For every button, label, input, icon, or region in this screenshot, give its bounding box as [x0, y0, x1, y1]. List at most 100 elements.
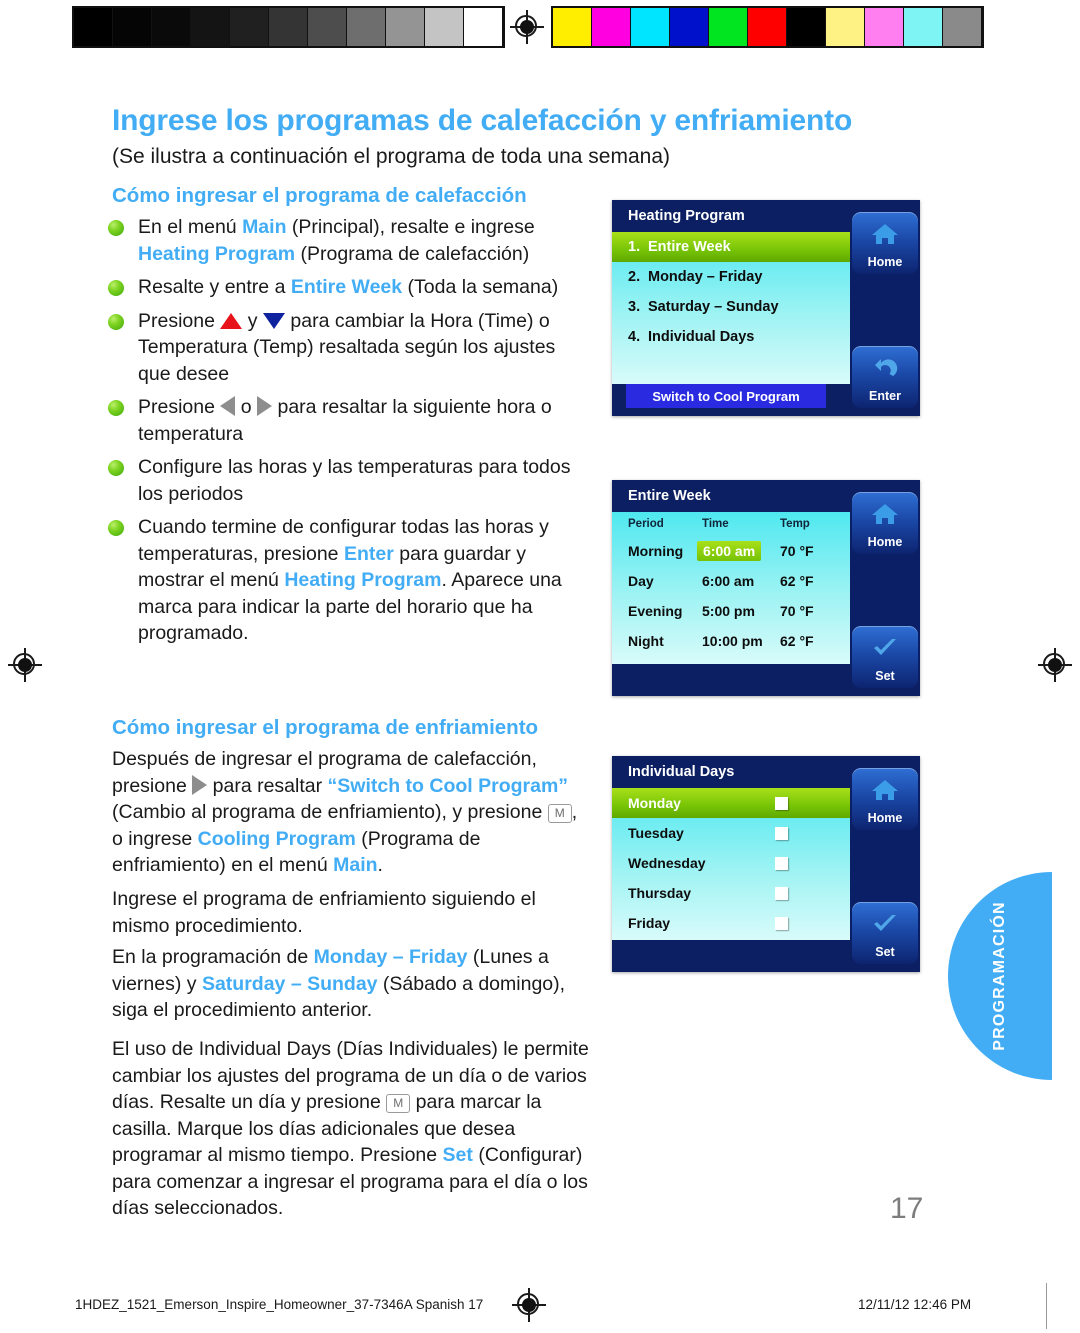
enter-button[interactable]: Enter — [852, 346, 918, 408]
day-label: Friday — [628, 915, 671, 931]
home-button[interactable]: Home — [852, 212, 918, 274]
enter-button-label: Enter — [869, 389, 901, 403]
day-checkbox[interactable] — [775, 796, 788, 810]
set-button[interactable]: Set — [852, 902, 918, 964]
day-checkbox-list: Monday Tuesday Wednesday Thursday Friday — [612, 788, 850, 940]
footer-filename: 1HDEZ_1521_Emerson_Inspire_Homeowner_37-… — [75, 1297, 484, 1312]
cell-period: Evening — [628, 603, 683, 619]
switch-to-cool-program-button[interactable]: Switch to Cool Program — [626, 384, 826, 408]
bullet-item: En el menú Main (Principal), resalte e i… — [108, 214, 590, 267]
emphasis-term: Heating Program — [138, 242, 296, 265]
checkmark-icon — [870, 902, 900, 945]
home-button[interactable]: Home — [852, 492, 918, 554]
menu-item[interactable]: 1. Entire Week — [612, 232, 850, 262]
color-patch — [748, 8, 787, 46]
thermostat-screen-entire-week: Entire Week Period Time Temp Morning 6:00 am… — [612, 480, 920, 696]
registration-mark-left — [8, 648, 42, 682]
color-patch — [709, 8, 748, 46]
emphasis-term: Set — [442, 1144, 473, 1166]
bullet-text: Resalte y entre a Entire Week (Toda la s… — [138, 276, 559, 298]
page-subtitle: (Se ilustra a continuación el programa d… — [112, 145, 670, 168]
column-header: Period — [628, 518, 664, 530]
gray-patch — [230, 8, 269, 46]
cell-time[interactable]: 6:00 am — [697, 541, 780, 561]
cell-period: Night — [628, 633, 664, 649]
arrow-right-icon — [192, 774, 208, 795]
cell-temp[interactable]: 70 °F — [780, 603, 840, 619]
day-checkbox[interactable] — [775, 886, 788, 900]
set-button-label: Set — [875, 945, 895, 959]
emphasis-term: “Switch to Cool Program” — [327, 774, 569, 797]
checkmark-icon — [870, 626, 900, 669]
emphasis-term: Monday – Friday — [313, 946, 468, 968]
day-label: Monday — [628, 795, 681, 811]
menu-item[interactable]: 3. Saturday – Sunday — [612, 292, 850, 322]
thermostat-screen-individual-days: Individual Days Monday Tuesday Wednesday Th… — [612, 756, 920, 972]
home-button[interactable]: Home — [852, 768, 918, 830]
bullet-text: Cuando termine de configurar todas las h… — [138, 516, 562, 644]
table-row[interactable]: Night 10:00 pm 62 °F — [612, 626, 850, 656]
footer-rule — [1046, 1283, 1047, 1329]
day-row[interactable]: Friday — [612, 908, 850, 938]
cell-temp[interactable]: 62 °F — [780, 633, 840, 649]
day-row[interactable]: Thursday — [612, 878, 850, 908]
cell-time[interactable]: 10:00 pm — [702, 633, 780, 649]
day-row[interactable]: Tuesday — [612, 818, 850, 848]
menu-item-label: Saturday – Sunday — [648, 299, 779, 315]
color-patch-strip — [551, 6, 984, 48]
arrow-left-icon — [220, 396, 236, 416]
color-patch — [865, 8, 904, 46]
day-label: Thursday — [628, 885, 692, 901]
day-row[interactable]: Monday — [612, 788, 850, 818]
menu-item[interactable]: 2. Monday – Friday — [612, 262, 850, 292]
section-tab-programacion: PROGRAMACIÓN — [948, 872, 1052, 1080]
thermostat-screen-heating-program: Heating Program 1. Entire Week 2. Monday – … — [612, 200, 920, 416]
emphasis-term: Enter — [343, 542, 394, 565]
section-heading-heating: Cómo ingresar el programa de calefacción — [112, 184, 527, 207]
day-checkbox[interactable] — [775, 856, 788, 870]
color-patch — [670, 8, 709, 46]
paragraph-cooling-intro: Después de ingresar el programa de calef… — [112, 748, 578, 876]
emphasis-term: Main — [242, 216, 287, 238]
cell-time[interactable]: 5:00 pm — [702, 603, 780, 619]
arrow-down-icon — [262, 312, 285, 329]
arrow-up-icon — [220, 312, 243, 329]
highlighted-value: 6:00 am — [697, 541, 762, 561]
menu-item-number: 3. — [628, 299, 641, 315]
cell-temp[interactable]: 62 °F — [780, 573, 840, 589]
registration-mark-right — [1038, 648, 1072, 682]
menu-item-label: Entire Week — [648, 239, 731, 255]
day-row[interactable]: Wednesday — [612, 848, 850, 878]
table-row[interactable]: Day 6:00 am 62 °F — [612, 566, 850, 596]
cell-period: Day — [628, 573, 654, 589]
color-patch — [904, 8, 943, 46]
day-checkbox[interactable] — [775, 916, 788, 930]
day-checkbox[interactable] — [775, 826, 788, 840]
menu-item[interactable]: 4. Individual Days — [612, 322, 850, 352]
cell-time[interactable]: 6:00 am — [702, 573, 780, 589]
table-row[interactable]: Morning 6:00 am 70 °F — [612, 536, 850, 566]
home-button-label: Home — [867, 255, 903, 269]
column-header: Temp — [780, 518, 810, 530]
emphasis-term: Cooling Program — [197, 827, 356, 850]
menu-item-label: Monday – Friday — [648, 269, 763, 285]
gray-patch — [425, 8, 464, 46]
cell-temp[interactable]: 70 °F — [780, 543, 840, 559]
arrow-right-icon — [257, 396, 273, 416]
bullet-item: Configure las horas y las temperaturas p… — [108, 454, 590, 507]
day-label: Wednesday — [628, 855, 706, 871]
bullet-text: En el menú Main (Principal), resalte e i… — [138, 216, 535, 265]
gray-patch — [113, 8, 152, 46]
set-button[interactable]: Set — [852, 626, 918, 688]
gray-patch — [386, 8, 425, 46]
menu-item-number: 2. — [628, 269, 641, 285]
section-tab-label: PROGRAMACIÓN — [991, 901, 1008, 1051]
bullet-dot-icon — [108, 313, 124, 330]
gray-patch — [152, 8, 191, 46]
instruction-bullet-list: En el menú Main (Principal), resalte e i… — [108, 214, 590, 654]
color-patch — [787, 8, 826, 46]
print-calibration-bar — [72, 6, 1012, 48]
gray-patch — [464, 8, 503, 46]
home-icon — [870, 492, 900, 535]
table-row[interactable]: Evening 5:00 pm 70 °F — [612, 596, 850, 626]
